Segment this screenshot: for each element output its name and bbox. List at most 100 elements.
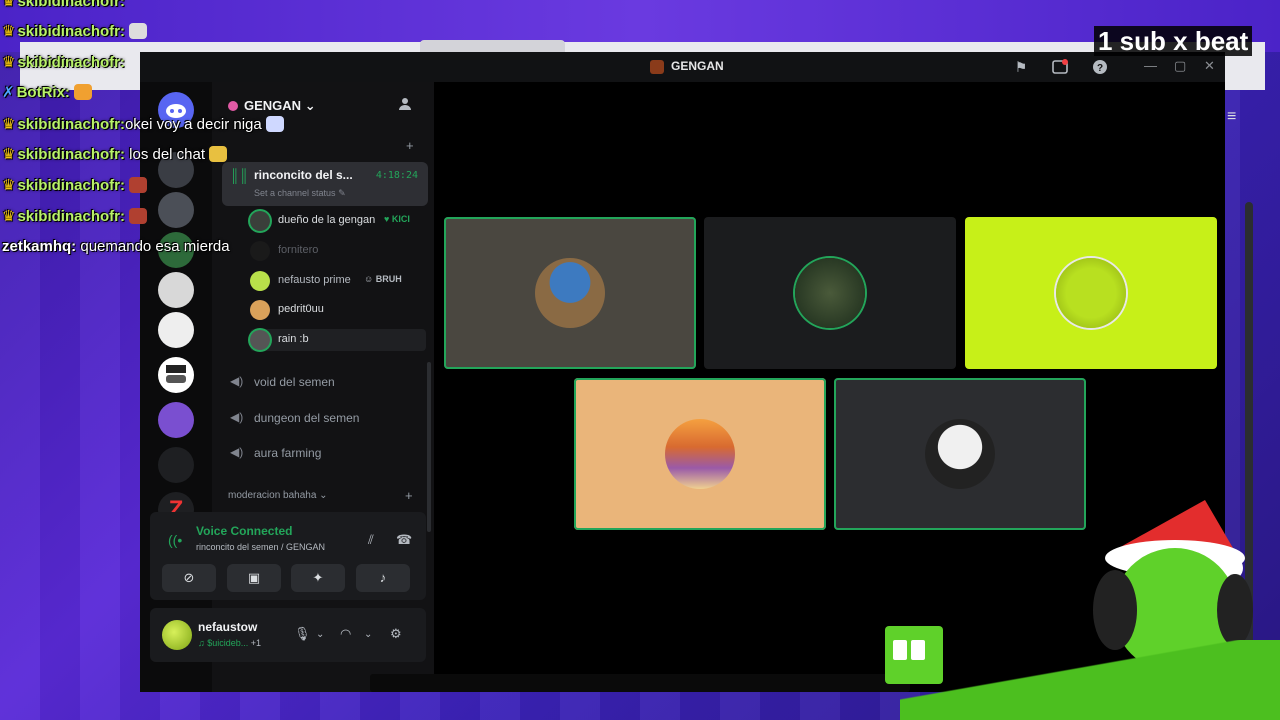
voice-member[interactable]: pedrit0uu [250, 299, 426, 321]
voice-member[interactable]: nefausto prime ☺ BRUH [250, 270, 426, 292]
participant-avatar [925, 419, 995, 489]
chevron-down-icon[interactable]: ⌄ [316, 629, 324, 640]
voice-channel[interactable]: ◀) dungeon del semen [226, 406, 426, 430]
flag-icon[interactable]: ⚑ [1012, 58, 1030, 76]
signal-icon[interactable]: ((• [168, 532, 182, 548]
skull-emote [128, 23, 147, 39]
speaker-icon: ◀) [230, 374, 244, 388]
chat-message: ♛ skibidinachofr: [2, 54, 125, 71]
soundboard-button[interactable]: ♪ [356, 564, 410, 592]
user-panel: nefaustow ♫ $uicideb... +1 🎙 ⌄ ◠ ⌄ ⚙ [150, 608, 426, 662]
add-channel-icon[interactable]: + [405, 488, 413, 503]
server-item[interactable] [158, 192, 194, 228]
username[interactable]: nefaustow [198, 620, 257, 634]
member-name: pedrit0uu [278, 303, 324, 315]
server-icon-small [650, 60, 664, 74]
guild-header[interactable]: GENGAN ⌄ [228, 98, 316, 114]
channel-name: void del semen [254, 375, 335, 389]
server-item[interactable] [158, 272, 194, 308]
discord-window: GENGAN ⚑ ? — ▢ ✕ Z GENGAN ⌄ + ║║ rinconc… [140, 52, 1253, 692]
headphones-icon[interactable]: ◠ [340, 626, 351, 642]
sub-goal-banner: 1 sub x beat [1094, 26, 1253, 56]
chat-message: ♛ skibidinachofr:okei voy a decir niga [2, 115, 284, 133]
participant-tile[interactable] [444, 217, 696, 369]
participant-tile[interactable] [574, 378, 826, 530]
sidebar-scrollbar[interactable] [427, 362, 431, 532]
camera-off-button[interactable]: ⊘ [162, 564, 216, 592]
disconnect-icon[interactable]: ☎ [396, 532, 412, 548]
add-channel-icon[interactable]: + [406, 138, 414, 153]
channel-name: rinconcito del s... [254, 168, 353, 182]
activities-button[interactable]: ✦ [291, 564, 345, 592]
add-member-icon[interactable] [398, 96, 414, 115]
voice-member[interactable]: dueño de la gengan ♥ KICI [250, 210, 426, 232]
channel-category[interactable]: moderacion bahaha ⌄ [228, 490, 328, 501]
maximize-icon[interactable]: ▢ [1174, 58, 1186, 74]
crown-icon: ♛ [2, 0, 16, 10]
voice-status-subtitle[interactable]: rinconcito del semen / GENGAN [196, 542, 325, 552]
participant-tile[interactable] [834, 378, 1086, 530]
avatar [250, 271, 270, 291]
chat-message: ♛ skibidinachofr: [2, 22, 147, 40]
avatar [250, 330, 270, 350]
voice-member[interactable]: fornitero [250, 240, 426, 262]
window-title: GENGAN [671, 59, 724, 73]
emote [209, 146, 228, 162]
noise-suppression-icon[interactable]: ⫽ [368, 532, 374, 548]
inbox-icon[interactable] [1051, 58, 1069, 76]
server-item[interactable] [158, 447, 194, 483]
avatar-arm [900, 640, 1280, 720]
crown-icon: ♛ [2, 54, 16, 71]
microphone-icon[interactable]: 🎙 [294, 626, 311, 642]
emote [128, 177, 147, 193]
member-name: fornitero [278, 244, 319, 256]
title-bar: GENGAN ⚑ ? — ▢ ✕ [140, 52, 1225, 82]
participant-avatar [1056, 258, 1126, 328]
guild-icon [228, 101, 238, 111]
screen-share-button[interactable]: ▣ [227, 564, 281, 592]
browser-tab[interactable] [420, 40, 565, 52]
call-timer: 4:18:24 [375, 170, 418, 181]
voice-connected-panel: ((• Voice Connected rinconcito del semen… [150, 512, 426, 600]
channel-status-field[interactable]: Set a channel status ✎ [254, 188, 346, 199]
chevron-down-icon[interactable]: ⌄ [364, 629, 372, 640]
member-tag: ♥ KICI [384, 214, 410, 224]
user-avatar[interactable] [162, 620, 192, 650]
participant-avatar [535, 258, 605, 328]
channel-status-placeholder: Set a channel status [254, 188, 336, 198]
chat-message: ♛ skibidinachofr: [2, 0, 125, 10]
avatar [250, 241, 270, 261]
crown-icon: ♛ [2, 23, 16, 40]
minimize-icon[interactable]: — [1144, 58, 1157, 73]
gear-icon[interactable]: ⚙ [390, 626, 402, 642]
active-voice-channel[interactable]: ║║ rinconcito del s... 4:18:24 Set a cha… [222, 162, 428, 206]
server-item[interactable] [158, 357, 194, 393]
emote [265, 116, 284, 132]
server-rail: Z [140, 82, 212, 692]
participant-tile[interactable] [965, 217, 1217, 369]
speaker-icon: ◀) [230, 445, 244, 459]
member-name: rain :b [278, 333, 309, 345]
pencil-icon: ✎ [338, 188, 346, 198]
participant-tile[interactable] [704, 217, 956, 369]
voice-status-title[interactable]: Voice Connected [196, 524, 292, 538]
crown-icon: ♛ [2, 208, 16, 225]
sword-icon: ✗ [2, 84, 15, 101]
member-name: nefausto prime [278, 274, 351, 286]
speaker-icon: ◀) [230, 410, 244, 424]
server-item[interactable] [158, 402, 194, 438]
avatar [250, 300, 270, 320]
voice-channel[interactable]: ◀) void del semen [226, 370, 426, 394]
voice-channel[interactable]: ◀) aura farming [226, 441, 426, 465]
chat-message: ♛ skibidinachofr: [2, 176, 147, 194]
server-item[interactable] [158, 312, 194, 348]
close-icon[interactable]: ✕ [1204, 58, 1215, 74]
menu-icon[interactable]: ≡ [1227, 108, 1236, 126]
crown-icon: ♛ [2, 146, 16, 163]
channel-name: aura farming [254, 446, 322, 460]
avatar [250, 211, 270, 231]
voice-member[interactable]: rain :b [250, 329, 426, 351]
help-icon[interactable]: ? [1091, 58, 1109, 76]
crown-icon: ♛ [2, 116, 16, 133]
channel-name: dungeon del semen [254, 411, 360, 425]
